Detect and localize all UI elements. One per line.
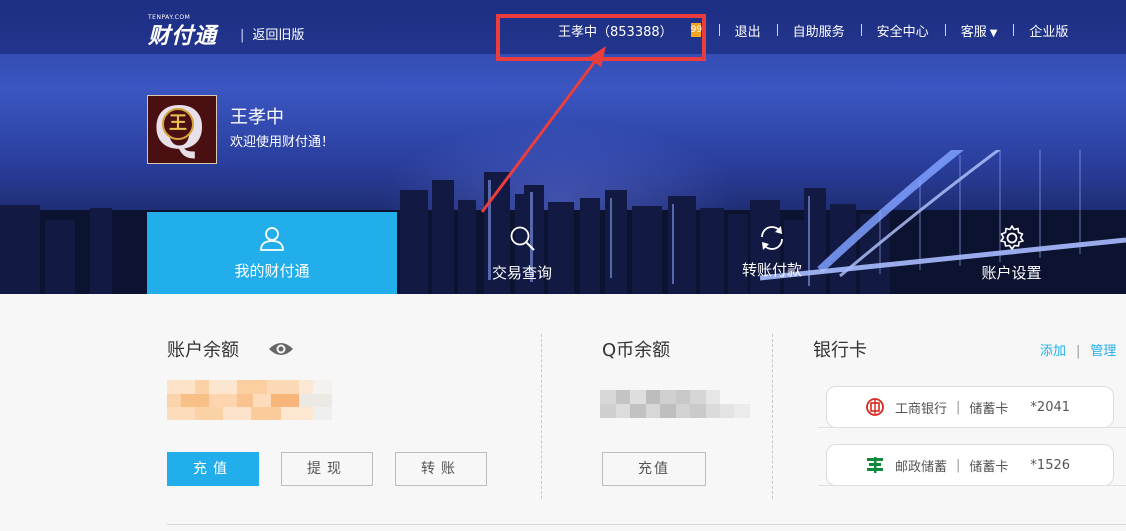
tab-transactions[interactable]: 交易查询	[397, 212, 647, 294]
tab-label: 转账付款	[741, 261, 802, 279]
account-balance-title: 账户余额	[167, 340, 239, 361]
caret-down-icon: ▼	[989, 27, 998, 39]
tab-my-tenpay[interactable]: 我的财付通	[147, 212, 397, 294]
tab-transfer[interactable]: 转账付款	[647, 212, 897, 294]
card-type: 储蓄卡	[969, 459, 1009, 475]
card-number: *2041	[1030, 399, 1071, 415]
main-tabs: 我的财付通 交易查询 转账付款 账户设置	[147, 212, 1126, 294]
welcome-text: 欢迎使用财付通！	[230, 135, 335, 150]
logout-link[interactable]: 退出	[718, 21, 777, 40]
bank-card-item[interactable]: 邮政储蓄 | 储蓄卡 *1526	[826, 444, 1114, 486]
psbc-logo-icon	[867, 457, 883, 473]
customer-service-menu[interactable]: 客服 ▼	[944, 21, 1014, 40]
tab-account-settings[interactable]: 账户设置	[897, 212, 1126, 294]
bank-name: 工商银行	[895, 401, 948, 417]
add-card-link[interactable]: 添加	[1040, 344, 1066, 359]
tab-label: 账户设置	[981, 264, 1042, 282]
tab-label: 交易查询	[491, 264, 552, 282]
profile-name: 王孝中	[230, 107, 284, 128]
hero-banner: TENPAY.COM 财付通 返回旧版 王孝中（853388） 99 退出 自助…	[0, 0, 1126, 294]
divider	[541, 334, 542, 499]
search-icon	[510, 226, 535, 251]
separator: |	[956, 457, 961, 473]
card-number: *1526	[1030, 457, 1071, 473]
bank-card-item[interactable]: 工商银行 | 储蓄卡 *2041	[826, 386, 1114, 428]
tab-label: 我的财付通	[234, 262, 310, 280]
transfer-button[interactable]: 转账	[395, 452, 487, 486]
gear-icon	[999, 225, 1024, 250]
security-center-link[interactable]: 安全中心	[860, 21, 945, 40]
withdraw-button[interactable]: 提现	[281, 452, 373, 486]
eye-icon[interactable]	[268, 340, 294, 358]
qcoin-value-blurred	[600, 390, 750, 418]
recharge-button[interactable]: 充值	[167, 452, 259, 486]
user-icon	[260, 227, 284, 251]
bank-card-actions: 添加 | 管理	[1040, 344, 1117, 359]
enterprise-link[interactable]: 企业版	[1013, 21, 1084, 40]
divider	[772, 334, 773, 499]
qcoin-balance-title: Q币余额	[602, 340, 671, 361]
bank-card-title: 银行卡	[813, 340, 867, 361]
icbc-logo-icon	[866, 398, 884, 416]
avatar-character: 王	[162, 108, 194, 140]
refresh-icon	[761, 226, 783, 250]
self-service-link[interactable]: 自助服务	[776, 21, 861, 40]
bank-name: 邮政储蓄	[895, 459, 948, 475]
back-to-old-version-link[interactable]: 返回旧版	[240, 24, 304, 43]
manage-cards-link[interactable]: 管理	[1090, 344, 1116, 359]
separator: |	[956, 399, 961, 415]
balance-value-blurred	[167, 380, 332, 420]
qcoin-recharge-button[interactable]: 充值	[602, 452, 706, 486]
card-type: 储蓄卡	[969, 401, 1009, 417]
highlight-box	[496, 14, 706, 61]
customer-service-label: 客服	[960, 24, 987, 40]
tenpay-logo[interactable]: 财付通	[148, 18, 217, 50]
divider	[167, 524, 1126, 525]
avatar[interactable]: Q 王	[147, 95, 217, 164]
account-overview: 账户余额 充值 提现 转账 Q币余额 充值 银行卡 添加 | 管理 工商银行 |…	[0, 294, 1126, 531]
